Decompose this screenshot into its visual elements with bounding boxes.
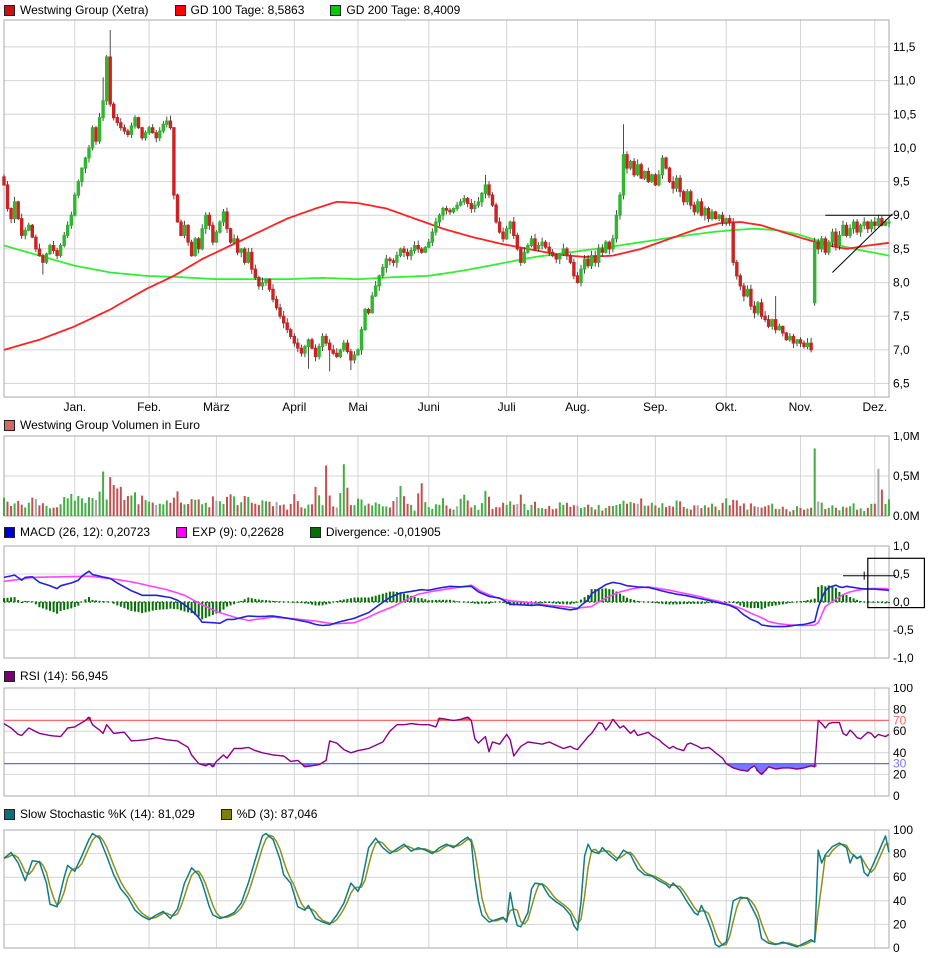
svg-text:0,5M: 0,5M xyxy=(893,469,920,483)
macd-legend-swatch-icon xyxy=(176,526,188,538)
stochastic-chart: 100 80 60 40 20 0 xyxy=(3,823,913,955)
month-label-aug: Aug. xyxy=(565,400,590,414)
macd-legend-swatch-icon xyxy=(4,526,15,538)
macd-legend-label: Divergence: -0,01905 xyxy=(325,525,441,539)
svg-text:0,0: 0,0 xyxy=(893,595,910,609)
svg-text:60: 60 xyxy=(893,870,907,884)
svg-text:9,5: 9,5 xyxy=(893,175,910,189)
svg-text:-1,0: -1,0 xyxy=(893,651,914,664)
volume-legend-label: Westwing Group Volumen in Euro xyxy=(20,418,200,432)
price-legend-item-2: GD 200 Tage: 8,4009 xyxy=(330,3,460,17)
svg-text:0: 0 xyxy=(893,789,900,802)
svg-text:40: 40 xyxy=(893,894,907,908)
rsi-legend-item-0: RSI (14): 56,945 xyxy=(4,669,108,683)
svg-text:0: 0 xyxy=(893,941,900,955)
price-chart: 11,5 11,0 10,5 10,0 9,5 9,0 8,5 8,0 7,5 7,0 6,5 xyxy=(2,19,917,398)
month-axis: Jan. Feb. März April Mai Juni Juli Aug. Sep. Okt.… xyxy=(0,399,940,415)
svg-text:10,5: 10,5 xyxy=(893,107,917,121)
macd-legend-label: MACD (26, 12): 0,20723 xyxy=(20,525,151,539)
svg-text:6,5: 6,5 xyxy=(893,377,910,391)
svg-text:0,5: 0,5 xyxy=(893,567,910,581)
volume-chart: 1,0M 0,5M 0,0M xyxy=(3,432,920,520)
svg-text:10,0: 10,0 xyxy=(893,141,917,155)
macd-chart: 1,0 0,5 0,0 -0,5 -1,0 xyxy=(3,540,925,664)
svg-text:0,0M: 0,0M xyxy=(893,509,920,520)
rsi-chart: 1008070604030200 xyxy=(3,684,913,802)
macd-legend-swatch-icon xyxy=(309,526,321,538)
macd-legend-item-0: MACD (26, 12): 0,20723 xyxy=(4,525,150,539)
price-legend-swatch-icon xyxy=(174,4,186,16)
stochastic-legend-swatch-icon xyxy=(4,808,15,820)
month-label-juli: Juli xyxy=(497,400,516,414)
macd-legend: MACD (26, 12): 0,20723 EXP (9): 0,22628 Di… xyxy=(4,524,441,540)
svg-text:8,5: 8,5 xyxy=(893,242,910,256)
svg-text:8,0: 8,0 xyxy=(893,276,910,290)
svg-text:1,0M: 1,0M xyxy=(893,432,920,443)
stochastic-legend-item-0: Slow Stochastic %K (14): 81,029 xyxy=(4,807,195,821)
svg-text:11,0: 11,0 xyxy=(893,74,916,88)
svg-text:20: 20 xyxy=(893,917,907,931)
price-legend-swatch-icon xyxy=(330,4,342,16)
svg-text:100: 100 xyxy=(893,823,913,837)
stochastic-legend-label: Slow Stochastic %K (14): 81,029 xyxy=(20,807,195,821)
svg-text:60: 60 xyxy=(893,724,907,738)
volume-legend: Westwing Group Volumen in Euro xyxy=(4,417,200,433)
svg-text:100: 100 xyxy=(893,684,913,695)
price-legend-label: GD 200 Tage: 8,4009 xyxy=(346,3,461,17)
stochastic-legend-item-1: %D (3): 87,046 xyxy=(220,807,318,821)
stochastic-legend-swatch-icon xyxy=(220,808,232,820)
month-label-feb: Feb. xyxy=(137,400,162,414)
price-legend-item-1: GD 100 Tage: 8,5863 xyxy=(174,3,305,17)
svg-text:9,0: 9,0 xyxy=(893,208,910,222)
rsi-legend-swatch-icon xyxy=(4,670,15,682)
rsi-legend-label: RSI (14): 56,945 xyxy=(20,669,109,683)
svg-text:20: 20 xyxy=(893,767,907,781)
macd-legend-label: EXP (9): 0,22628 xyxy=(192,525,284,539)
stochastic-legend: Slow Stochastic %K (14): 81,029 %D (3): 8… xyxy=(4,806,317,822)
svg-text:-0,5: -0,5 xyxy=(893,623,914,637)
svg-text:1,0: 1,0 xyxy=(893,540,910,553)
rsi-legend: RSI (14): 56,945 xyxy=(4,668,108,684)
month-label-märz: März xyxy=(203,400,230,414)
svg-text:7,0: 7,0 xyxy=(893,343,910,357)
month-label-juni: Juni xyxy=(417,400,440,414)
month-label-april: April xyxy=(282,400,307,414)
month-label-okt: Okt. xyxy=(715,400,738,414)
volume-legend-item-0: Westwing Group Volumen in Euro xyxy=(4,418,200,432)
month-label-mai: Mai xyxy=(348,400,368,414)
price-legend-item-0: Westwing Group (Xetra) xyxy=(4,3,149,17)
macd-legend-item-1: EXP (9): 0,22628 xyxy=(176,525,284,539)
stochastic-legend-label: %D (3): 87,046 xyxy=(236,807,318,821)
price-legend-swatch-icon xyxy=(4,4,15,16)
volume-legend-swatch-icon xyxy=(4,419,15,431)
month-label-dez: Dez. xyxy=(862,400,888,414)
month-label-jan: Jan. xyxy=(63,400,87,414)
stock-chart-page: Westwing Group (Xetra) GD 100 Tage: 8,586… xyxy=(0,0,940,958)
price-legend-label: Westwing Group (Xetra) xyxy=(20,3,149,17)
month-label-nov: Nov. xyxy=(788,400,813,414)
month-label-sep: Sep. xyxy=(643,400,668,414)
svg-text:7,5: 7,5 xyxy=(893,309,910,323)
macd-legend-item-2: Divergence: -0,01905 xyxy=(309,525,441,539)
svg-text:80: 80 xyxy=(893,847,907,861)
price-legend-label: GD 100 Tage: 8,5863 xyxy=(190,3,305,17)
svg-text:11,5: 11,5 xyxy=(893,40,916,54)
